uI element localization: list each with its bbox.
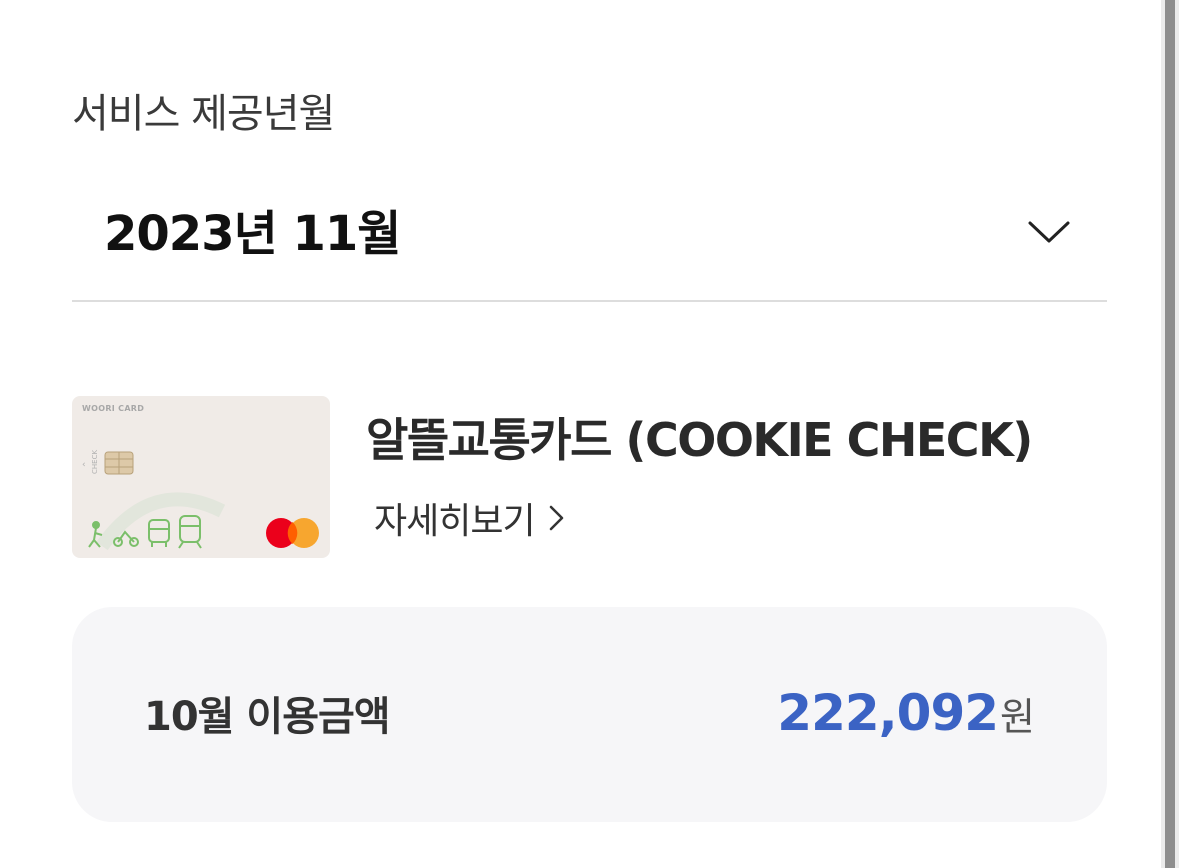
chevron-down-icon[interactable] (1027, 216, 1071, 246)
chevron-right-icon (549, 505, 563, 531)
mastercard-logo (266, 518, 319, 548)
svg-text:‹: ‹ (82, 460, 86, 470)
view-details-label: 자세히보기 (374, 501, 536, 542)
view-details-link[interactable]: 자세히보기 (374, 492, 565, 544)
usage-amount: 222,092 원 (777, 683, 1035, 747)
selected-month: 2023년 11월 (104, 206, 401, 262)
card-name: 알뜰교통카드 (COOKIE CHECK) (366, 413, 1033, 467)
usage-label: 10월 이용금액 (144, 694, 391, 740)
scrollbar[interactable] (1161, 0, 1179, 868)
amount-number: 222,092 (777, 684, 999, 742)
card-illustration: CHECK ‹ (82, 450, 319, 551)
page: 서비스 제공년월 2023년 11월 WOORI CARD CHECK ‹ 알뜰… (0, 0, 1179, 868)
amount-unit: 원 (1000, 695, 1035, 739)
svg-text:CHECK: CHECK (91, 450, 99, 474)
usage-summary-box: 10월 이용금액 222,092 원 (72, 607, 1107, 822)
chip-icon (104, 451, 134, 475)
month-dropdown[interactable]: 2023년 11월 (72, 190, 1107, 302)
card-image: WOORI CARD CHECK ‹ (72, 396, 330, 558)
service-period-label: 서비스 제공년월 (72, 91, 335, 137)
scrollbar-thumb[interactable] (1165, 0, 1175, 868)
